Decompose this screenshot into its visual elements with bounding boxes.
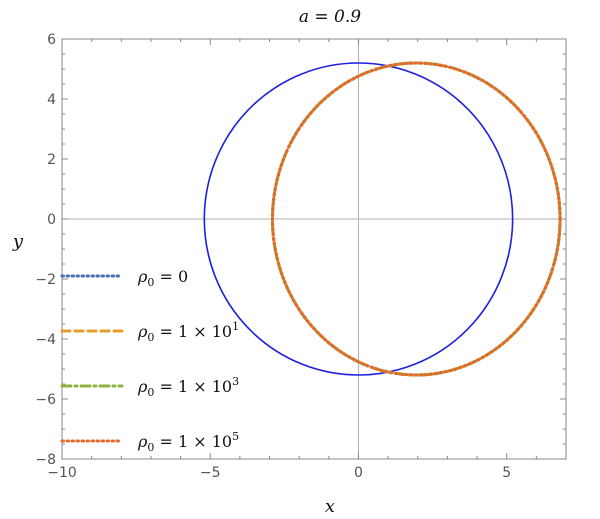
y-tick-label: 2 [47,152,56,168]
legend-label-4: ρ0 = 1 × 105 [137,430,239,454]
legend-label-2: ρ0 = 1 × 101 [137,320,239,344]
y-tick-label: 0 [47,212,56,228]
x-tick-label: −5 [200,465,221,481]
plot-area [61,38,567,460]
y-tick-label: 6 [47,32,56,48]
y-tick-label: −8 [35,452,56,468]
plot-frame [61,38,567,460]
chart: a = 0.9 −10 −5 0 5−8−6−4−20246 ρ0 = 0ρ0 = 1… [12,7,567,517]
y-tick-label: 4 [47,92,56,108]
y-tick-label: −4 [35,332,56,348]
legend-label-1: ρ0 = 0 [137,267,188,289]
x-axis-label: x [325,496,335,517]
y-tick-label: −6 [35,392,56,408]
legend-label-3: ρ0 = 1 × 103 [137,375,239,399]
axis-ticks: −10 −5 0 5−8−6−4−20246 [35,32,567,481]
x-tick-label: 5 [502,465,511,481]
x-tick-label: 0 [354,465,363,481]
y-axis-label: y [12,231,24,252]
legend: ρ0 = 0 ρ0 = 1 × 101 ρ0 = 1 × 103 ρ0 = 1 × 1… [60,267,239,454]
chart-title: a = 0.9 [299,7,361,27]
y-tick-label: −2 [35,272,56,288]
